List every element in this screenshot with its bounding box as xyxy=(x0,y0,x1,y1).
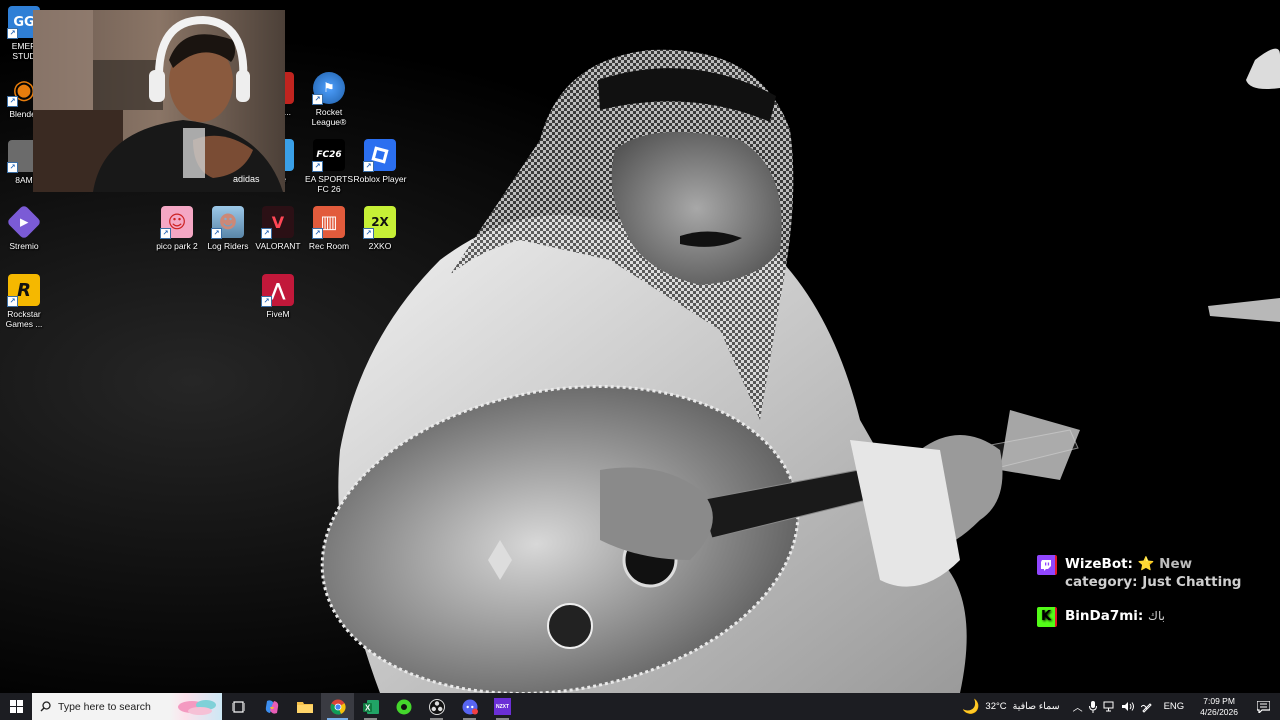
task-view-icon xyxy=(232,700,245,713)
clock-date: 4/26/2026 xyxy=(1200,706,1238,717)
show-hidden-icons-button[interactable]: ︿ xyxy=(1070,693,1086,720)
task-view-button[interactable] xyxy=(222,693,255,720)
discord-icon xyxy=(462,699,478,714)
desktop-icon-stremio[interactable]: ▶ Stremio xyxy=(0,204,54,251)
copilot-icon xyxy=(265,699,278,714)
svg-text:X: X xyxy=(365,703,371,712)
desktop-icon-label: 2XKO xyxy=(368,241,392,251)
taskbar-search-box[interactable]: Type here to search xyxy=(32,693,222,720)
system-tray: 🌙 32°C سماء صافية ︿ ENG 7:09 PM 4/26/202… xyxy=(959,693,1280,720)
razer-button[interactable] xyxy=(387,693,420,720)
nzxt-icon: NZXT xyxy=(494,698,511,715)
excel-icon: X xyxy=(362,699,379,714)
taskbar: Type here to search X NZXT 🌙 32°C سماء ص… xyxy=(0,693,1280,720)
chevron-up-icon: ︿ xyxy=(1072,703,1083,714)
copilot-button[interactable] xyxy=(255,693,288,720)
language-indicator[interactable]: ENG xyxy=(1156,693,1193,720)
desktop-icon-rockstar-games[interactable]: R ↗ Rockstar Games ... xyxy=(0,274,54,329)
search-icon xyxy=(40,701,51,712)
pen-icon[interactable] xyxy=(1138,693,1156,720)
weather-condition: سماء صافية xyxy=(1012,701,1060,712)
rec-room-icon: ▥ ↗ xyxy=(312,206,345,239)
chrome-button[interactable] xyxy=(321,693,354,720)
kick-icon: K xyxy=(1037,607,1057,627)
moon-icon: 🌙 xyxy=(961,698,980,714)
microphone-icon[interactable] xyxy=(1086,693,1100,720)
desktop-icon-label: Stremio xyxy=(9,241,39,251)
desktop-icon-rocket-league[interactable]: ⚑ ↗ Rocket League® xyxy=(299,72,359,127)
ea-fc-icon: FC26 ↗ xyxy=(312,139,345,172)
log-riders-icon: ☻ ↗ xyxy=(211,206,244,239)
desktop-icon-label: Roblox Player xyxy=(353,174,407,184)
nzxt-button[interactable]: NZXT xyxy=(486,693,519,720)
search-highlight-image xyxy=(170,693,222,720)
2xko-icon: 2X ↗ xyxy=(363,206,396,239)
weather-widget[interactable]: 🌙 32°C سماء صافية xyxy=(959,693,1070,720)
notification-icon xyxy=(1256,700,1270,713)
volume-icon[interactable] xyxy=(1119,693,1138,720)
desktop-icon-2xko[interactable]: 2X ↗ 2XKO xyxy=(350,206,410,251)
obs-button[interactable] xyxy=(420,693,453,720)
rocket-league-icon: ⚑ ↗ xyxy=(312,72,345,105)
start-button[interactable] xyxy=(0,693,32,720)
chat-message-binda7mi: K BinDa7mi: باك xyxy=(1037,607,1267,627)
fivem-icon: ⋀ ↗ xyxy=(261,274,294,307)
razer-icon xyxy=(396,699,411,714)
pico-park-icon: ☺ ↗ xyxy=(160,206,193,239)
chat-username: BinDa7mi: xyxy=(1065,608,1144,624)
roblox-icon: ↗ xyxy=(363,139,396,172)
chat-username: WizeBot: xyxy=(1065,556,1133,572)
rockstar-icon: R ↗ xyxy=(7,274,40,307)
file-explorer-button[interactable] xyxy=(288,693,321,720)
clock[interactable]: 7:09 PM 4/26/2026 xyxy=(1192,693,1246,720)
clock-time: 7:09 PM xyxy=(1203,695,1235,706)
folder-icon xyxy=(296,701,313,713)
desktop-icon-label: Rocket League® xyxy=(311,107,347,127)
weather-temperature: 32°C xyxy=(985,701,1007,712)
excel-button[interactable]: X xyxy=(354,693,387,720)
star-emoji-icon: ⭐ xyxy=(1137,556,1155,572)
svg-text:adidas: adidas xyxy=(233,174,260,184)
valorant-icon: V ↗ xyxy=(261,206,294,239)
notification-center-button[interactable] xyxy=(1246,693,1280,720)
chat-message-wizebot: WizeBot: ⭐ New category: Just Chatting xyxy=(1037,555,1267,591)
webcam-overlay: adidas xyxy=(33,10,285,192)
network-icon[interactable] xyxy=(1100,693,1119,720)
discord-button[interactable] xyxy=(453,693,486,720)
stremio-icon: ▶ xyxy=(6,204,42,240)
desktop-icon-label: FiveM xyxy=(266,309,290,319)
twitch-icon xyxy=(1037,555,1057,575)
chrome-icon xyxy=(330,699,346,715)
windows-logo-icon xyxy=(9,700,23,713)
desktop-icon-fivem[interactable]: ⋀ ↗ FiveM xyxy=(248,274,308,319)
desktop-icon-label: Rockstar Games ... xyxy=(5,309,43,329)
desktop-icon-roblox[interactable]: ↗ Roblox Player xyxy=(350,139,410,184)
chat-text: باك xyxy=(1148,609,1165,623)
search-placeholder: Type here to search xyxy=(58,700,151,713)
obs-icon xyxy=(428,698,445,715)
